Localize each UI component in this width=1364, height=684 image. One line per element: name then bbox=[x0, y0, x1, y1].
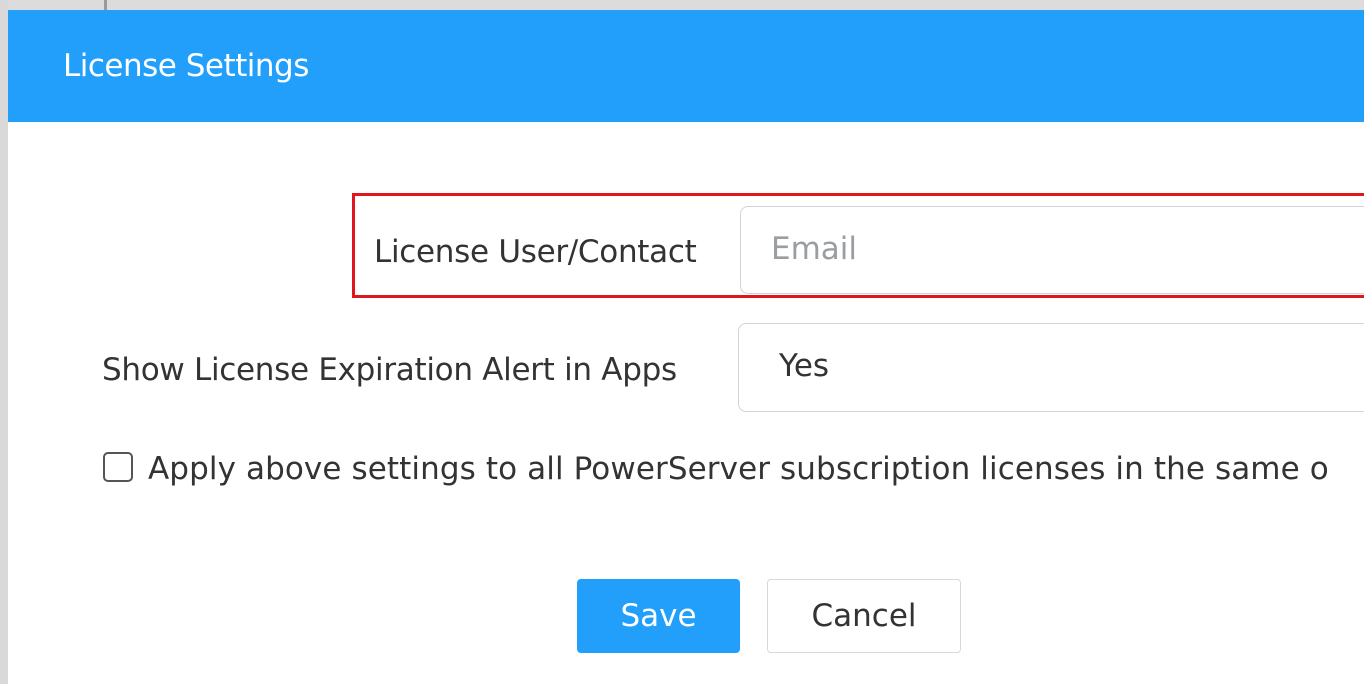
expiration-alert-value: Yes bbox=[779, 348, 830, 384]
save-button[interactable]: Save bbox=[577, 579, 740, 653]
expiration-alert-select[interactable]: Yes bbox=[738, 323, 1364, 412]
email-placeholder: Email bbox=[771, 231, 858, 267]
background-strip bbox=[0, 0, 1364, 10]
dialog-header: License Settings bbox=[8, 10, 1364, 122]
dialog-title: License Settings bbox=[63, 48, 309, 84]
background-divider bbox=[104, 0, 107, 10]
license-user-email-input[interactable]: Email bbox=[740, 206, 1364, 294]
cancel-button[interactable]: Cancel bbox=[767, 579, 961, 653]
dialog-left-border bbox=[0, 0, 8, 684]
expiration-alert-label: Show License Expiration Alert in Apps bbox=[102, 352, 677, 388]
apply-all-checkbox[interactable] bbox=[103, 452, 133, 482]
license-user-label: License User/Contact bbox=[374, 234, 697, 270]
license-settings-dialog: License Settings License User/Contact Em… bbox=[0, 0, 1364, 684]
apply-all-label: Apply above settings to all PowerServer … bbox=[148, 451, 1329, 487]
